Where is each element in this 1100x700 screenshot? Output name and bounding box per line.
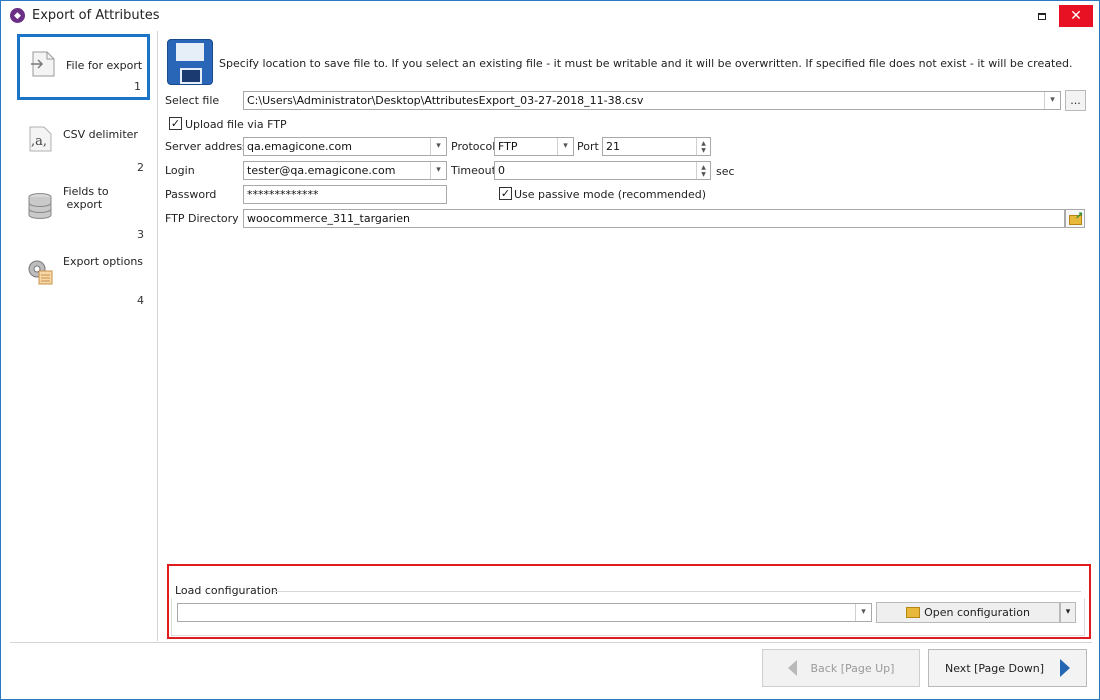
port-value: 21 [606, 140, 620, 153]
ftp-directory-input[interactable]: woocommerce_311_targarien [243, 209, 1065, 228]
chevron-down-icon[interactable]: ▾ [1044, 92, 1060, 109]
chevron-down-icon[interactable]: ▾ [855, 604, 871, 621]
login-value: tester@qa.emagicone.com [247, 164, 396, 177]
ftp-directory-label: FTP Directory [165, 212, 239, 225]
timeout-input[interactable]: 0 ▲ ▼ [494, 161, 711, 180]
server-address-value: qa.emagicone.com [247, 140, 352, 153]
browse-ftp-directory-button[interactable]: ↗ [1065, 209, 1085, 228]
close-icon: ✕ [1070, 8, 1082, 24]
timeout-spinner[interactable]: ▲ ▼ [696, 162, 710, 179]
port-input[interactable]: 21 ▲ ▼ [602, 137, 711, 156]
nav-label-fields-to-export: Fields to export [63, 185, 109, 211]
passive-mode-label: Use passive mode (recommended) [514, 188, 707, 201]
main-content: Specify location to save file to. If you… [159, 31, 1091, 641]
nav-number-4: 4 [137, 294, 144, 307]
nav-item-export-options[interactable]: Export options 4 [17, 245, 150, 311]
nav-label-file-for-export: File for export [66, 59, 143, 72]
password-input[interactable]: ************* [243, 185, 447, 204]
intro-text: Specify location to save file to. If you… [219, 57, 1073, 70]
floppy-disk-icon [167, 39, 213, 85]
select-file-value: C:\Users\Administrator\Desktop\Attribute… [247, 94, 644, 107]
load-configuration-panel: Load configuration ▾ Open configuration … [167, 564, 1091, 639]
load-configuration-select[interactable]: ▾ [177, 603, 872, 622]
close-button[interactable]: ✕ [1059, 5, 1093, 27]
svg-text:,a,: ,a, [31, 134, 47, 149]
file-arrow-icon [31, 51, 55, 77]
window-title: Export of Attributes [32, 8, 160, 23]
database-icon [28, 193, 52, 219]
maximize-icon [1038, 12, 1046, 20]
timeout-label: Timeout [451, 164, 496, 177]
gear-options-icon [28, 260, 53, 285]
arrow-right-icon [1060, 659, 1070, 677]
open-configuration-dropdown[interactable]: ▾ [1060, 602, 1076, 623]
nav-label-export-options: Export options [63, 255, 144, 268]
back-button-label: Back [Page Up] [810, 661, 895, 675]
password-label: Password [165, 188, 217, 201]
select-file-label: Select file [165, 94, 220, 107]
password-value: ************* [247, 188, 319, 201]
chevron-down-icon[interactable]: ▾ [430, 138, 446, 155]
app-logo-icon: ◆ [10, 8, 25, 23]
port-label: Port [577, 140, 599, 153]
ftp-directory-value: woocommerce_311_targarien [247, 212, 410, 225]
protocol-select[interactable]: FTP ▾ [494, 137, 574, 156]
nav-item-csv-delimiter[interactable]: ,a, CSV delimiter 2 [17, 112, 150, 178]
browse-file-button[interactable]: ... [1065, 90, 1086, 111]
nav-label-csv-delimiter: CSV delimiter [63, 128, 138, 141]
back-button[interactable]: Back [Page Up] [762, 649, 920, 687]
wizard-steps-nav: File for export 1 ,a, CSV delimiter 2 Fi… [10, 31, 158, 641]
nav-item-file-for-export[interactable]: File for export 1 [17, 34, 150, 100]
select-file-input[interactable]: C:\Users\Administrator\Desktop\Attribute… [243, 91, 1061, 110]
protocol-value: FTP [498, 140, 518, 153]
timeout-unit: sec [716, 165, 735, 178]
chevron-down-icon[interactable]: ▾ [430, 162, 446, 179]
chevron-down-icon[interactable]: ▾ [557, 138, 573, 155]
port-spinner[interactable]: ▲ ▼ [696, 138, 710, 155]
export-window: ◆ Export of Attributes ✕ File for export… [0, 0, 1100, 700]
nav-item-fields-to-export[interactable]: Fields to export 3 [17, 179, 150, 245]
maximize-button[interactable] [1027, 1, 1057, 31]
nav-number-1: 1 [134, 80, 141, 93]
load-configuration-label: Load configuration [175, 584, 278, 597]
next-button[interactable]: Next [Page Down] [928, 649, 1087, 687]
arrow-up-icon: ↗ [1075, 211, 1084, 222]
arrow-left-icon [787, 660, 797, 676]
nav-number-3: 3 [137, 228, 144, 241]
csv-delimiter-icon: ,a, [29, 126, 52, 152]
timeout-value: 0 [498, 164, 505, 177]
server-address-label: Server address [165, 140, 248, 153]
server-address-input[interactable]: qa.emagicone.com ▾ [243, 137, 447, 156]
divider [273, 591, 1081, 592]
nav-number-2: 2 [137, 161, 144, 174]
title-bar: ◆ Export of Attributes ✕ [1, 1, 1099, 31]
open-configuration-button[interactable]: Open configuration [876, 602, 1060, 623]
upload-ftp-label: Upload file via FTP [185, 118, 287, 131]
passive-mode-checkbox[interactable]: ✓ [499, 187, 512, 200]
protocol-label: Protocol [451, 140, 496, 153]
open-configuration-label: Open configuration [924, 606, 1030, 619]
footer-divider [10, 642, 1092, 643]
login-label: Login [165, 164, 195, 177]
upload-ftp-checkbox[interactable]: ✓ [169, 117, 182, 130]
next-button-label: Next [Page Down] [945, 661, 1044, 675]
login-input[interactable]: tester@qa.emagicone.com ▾ [243, 161, 447, 180]
folder-icon [906, 607, 921, 618]
